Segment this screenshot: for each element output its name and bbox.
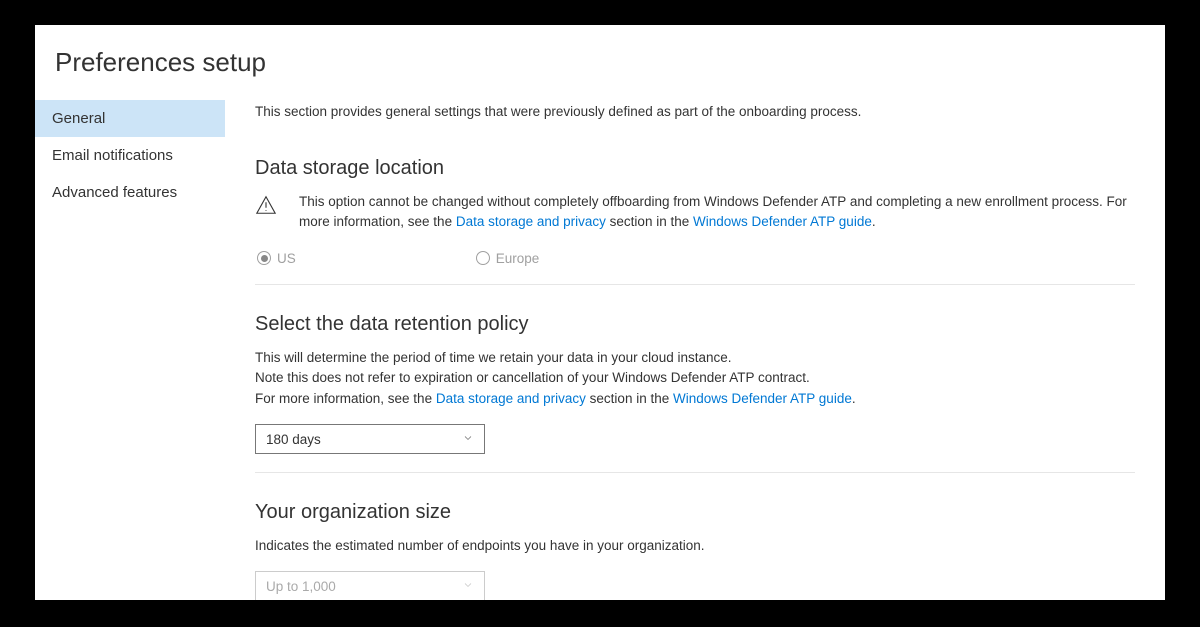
retention-body: This will determine the period of time w… [255,348,1135,411]
link-defender-atp-guide-2[interactable]: Windows Defender ATP guide [673,391,852,406]
storage-warning: This option cannot be changed without co… [255,192,1135,233]
warning-icon [255,192,277,233]
link-data-storage-privacy-2[interactable]: Data storage and privacy [436,391,586,406]
preferences-window: Preferences setup General Email notifica… [35,25,1165,600]
sidebar: General Email notifications Advanced fea… [35,100,225,600]
orgsize-heading: Your organization size [255,501,1135,524]
intro-text: This section provides general settings t… [255,104,1135,119]
radio-us [257,251,271,265]
content-area: General Email notifications Advanced fea… [35,100,1165,600]
retention-line1: This will determine the period of time w… [255,350,732,365]
radio-europe-label: Europe [496,251,540,266]
storage-radio-group: US Europe [257,251,1135,266]
sidebar-item-email-notifications[interactable]: Email notifications [35,137,225,174]
orgsize-select-value: Up to 1,000 [266,579,336,594]
orgsize-select: Up to 1,000 [255,571,485,600]
sidebar-item-advanced-features[interactable]: Advanced features [35,174,225,211]
radio-option-europe: Europe [476,251,540,266]
main-panel: This section provides general settings t… [225,100,1165,600]
storage-warning-text: This option cannot be changed without co… [299,192,1135,233]
retention-line3-mid: section in the [586,391,673,406]
chevron-down-icon [462,579,474,594]
radio-option-us: US [257,251,296,266]
link-defender-atp-guide[interactable]: Windows Defender ATP guide [693,214,872,229]
storage-warning-post: . [872,214,876,229]
divider-2 [255,472,1135,473]
storage-heading: Data storage location [255,157,1135,180]
radio-us-label: US [277,251,296,266]
retention-line3-pre: For more information, see the [255,391,436,406]
retention-line2: Note this does not refer to expiration o… [255,370,810,385]
orgsize-desc: Indicates the estimated number of endpoi… [255,536,1135,557]
retention-line3-post: . [852,391,856,406]
retention-select[interactable]: 180 days [255,424,485,454]
radio-europe [476,251,490,265]
link-data-storage-privacy[interactable]: Data storage and privacy [456,214,606,229]
retention-heading: Select the data retention policy [255,313,1135,336]
divider [255,284,1135,285]
chevron-down-icon [462,432,474,447]
retention-select-value: 180 days [266,432,321,447]
page-title: Preferences setup [35,25,1165,100]
storage-warning-mid: section in the [606,214,693,229]
sidebar-item-general[interactable]: General [35,100,225,137]
